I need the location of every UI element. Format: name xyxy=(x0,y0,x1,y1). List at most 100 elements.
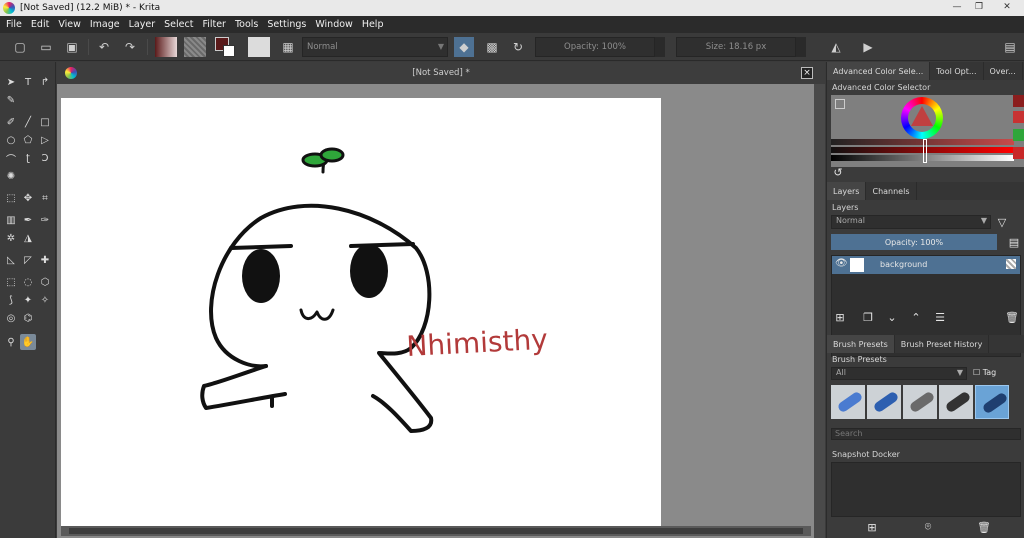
menu-select[interactable]: Select xyxy=(164,19,193,30)
menu-window[interactable]: Window xyxy=(315,19,352,30)
blend-mode-select[interactable]: Normal ▼ xyxy=(302,37,448,57)
brush-preset-icon[interactable] xyxy=(248,37,270,57)
preserve-alpha-icon[interactable]: ▩ xyxy=(482,37,502,57)
duplicate-layer-icon[interactable]: ❐ xyxy=(861,310,875,324)
menu-filter[interactable]: Filter xyxy=(202,19,226,30)
delete-snapshot-icon[interactable]: 🗑 xyxy=(977,520,991,534)
add-snapshot-icon[interactable]: ⊞ xyxy=(865,520,879,534)
menu-tools[interactable]: Tools xyxy=(235,19,258,30)
brush-preset-selected[interactable] xyxy=(975,385,1009,419)
mirror-vertical-icon[interactable]: ▶ xyxy=(858,37,878,57)
select-shape-icon[interactable]: ➤ xyxy=(3,74,19,90)
tab-brush-presets[interactable]: Brush Presets xyxy=(827,335,895,353)
multibrush-icon[interactable]: ✺ xyxy=(3,168,19,184)
line-tool-icon[interactable]: ╱ xyxy=(20,114,36,130)
ellipse-tool-icon[interactable]: ○ xyxy=(3,132,19,148)
zoom-tool-icon[interactable]: ⚲ xyxy=(3,334,19,350)
brush-preset-eraser[interactable] xyxy=(831,385,865,419)
contiguous-select-icon[interactable]: ✦ xyxy=(20,292,36,308)
menu-edit[interactable]: Edit xyxy=(31,19,49,30)
add-layer-icon[interactable]: ⊞ xyxy=(833,310,847,324)
brush-preset-airbrush[interactable] xyxy=(903,385,937,419)
close-document-icon[interactable]: × xyxy=(801,67,813,79)
undo-icon[interactable]: ↶ xyxy=(94,37,114,57)
open-folder-icon[interactable]: ▭ xyxy=(36,37,56,57)
freehand-path-icon[interactable]: ʈ xyxy=(20,150,36,166)
move-layer-down-icon[interactable]: ⌄ xyxy=(885,310,899,324)
opacity-slider[interactable]: Opacity: 100% xyxy=(535,37,655,57)
layer-settings-icon[interactable]: ☰ xyxy=(933,310,947,324)
layer-blend-select[interactable]: Normal ▼ xyxy=(831,215,991,229)
assistant-tool-icon[interactable]: ◺ xyxy=(3,252,19,268)
gradient-tool-icon[interactable]: ▥ xyxy=(3,212,19,228)
polyline-tool-icon[interactable]: ▷ xyxy=(37,132,53,148)
layer-filter-icon[interactable]: ▽ xyxy=(995,215,1009,229)
maximize-icon[interactable]: ❐ xyxy=(966,0,992,15)
menu-file[interactable]: File xyxy=(6,19,22,30)
brush-size-slider[interactable]: Size: 18.16 px xyxy=(676,37,796,57)
freehand-select-icon[interactable]: ⟆ xyxy=(3,292,19,308)
layer-opacity-slider[interactable]: Opacity: 100% xyxy=(831,234,997,250)
freehand-brush-icon[interactable]: ✐ xyxy=(3,114,19,130)
ellipse-select-icon[interactable]: ◌ xyxy=(20,274,36,290)
tab-layers[interactable]: Layers xyxy=(827,182,867,200)
document-tab[interactable]: [Not Saved] * × xyxy=(57,62,825,84)
workspace-icon[interactable]: ▤ xyxy=(1000,37,1020,57)
tab-advanced-color-selector[interactable]: Advanced Color Sele... xyxy=(827,62,931,80)
grid-options-icon[interactable]: ▦ xyxy=(278,37,298,57)
save-icon[interactable]: ▣ xyxy=(62,37,82,57)
dynamic-brush-icon[interactable]: Ͻ xyxy=(37,150,53,166)
magnetic-select-icon[interactable]: ⌬ xyxy=(20,310,36,326)
bezier-tool-icon[interactable]: ⌒ xyxy=(3,150,19,166)
tag-button[interactable]: ☐ Tag xyxy=(973,368,996,377)
color-picker-icon[interactable]: ✒ xyxy=(20,212,36,228)
delete-layer-icon[interactable]: 🗑 xyxy=(1005,310,1019,324)
eye-icon[interactable]: 👁 xyxy=(835,258,848,269)
polygon-select-icon[interactable]: ⬡ xyxy=(37,274,53,290)
crop-tool-icon[interactable]: ⌗ xyxy=(37,190,53,206)
color-history-icon[interactable]: ↺ xyxy=(831,165,845,179)
fill-tool-icon[interactable]: ◮ xyxy=(20,230,36,246)
similar-select-icon[interactable]: ✧ xyxy=(37,292,53,308)
menu-settings[interactable]: Settings xyxy=(267,19,306,30)
reload-preset-icon[interactable]: ↻ xyxy=(508,37,528,57)
edit-shape-icon[interactable]: ↱ xyxy=(37,74,53,90)
text-tool-icon[interactable]: T xyxy=(20,74,36,90)
brush-search-input[interactable]: Search xyxy=(831,428,1021,440)
size-spin-icon[interactable] xyxy=(796,37,806,57)
move-tool-icon[interactable]: ✥ xyxy=(20,190,36,206)
transform-tool-icon[interactable]: ⬚ xyxy=(3,190,19,206)
camera-icon[interactable]: ⌾ xyxy=(921,520,935,534)
pan-tool-icon[interactable]: ✋ xyxy=(20,334,36,350)
rectangle-tool-icon[interactable]: □ xyxy=(37,114,53,130)
measure-tool-icon[interactable]: ◸ xyxy=(20,252,36,268)
menu-layer[interactable]: Layer xyxy=(129,19,156,30)
smart-patch-icon[interactable]: ✑ xyxy=(37,212,53,228)
menu-help[interactable]: Help xyxy=(362,19,384,30)
canvas[interactable]: Nhimisthy xyxy=(61,98,661,526)
rect-select-icon[interactable]: ⬚ xyxy=(3,274,19,290)
calligraphy-icon[interactable]: ✎ xyxy=(3,92,19,108)
colorize-mask-icon[interactable]: ✲ xyxy=(3,230,19,246)
alpha-lock-icon[interactable] xyxy=(1006,259,1016,269)
tab-channels[interactable]: Channels xyxy=(866,182,917,200)
tab-brush-preset-history[interactable]: Brush Preset History xyxy=(895,335,990,353)
move-layer-up-icon[interactable]: ⌃ xyxy=(909,310,923,324)
layer-properties-icon[interactable]: ▤ xyxy=(1007,235,1021,249)
brush-preset-pen[interactable] xyxy=(867,385,901,419)
brush-preset-ink[interactable] xyxy=(939,385,973,419)
horizontal-scrollbar[interactable] xyxy=(61,526,811,536)
vertical-scrollbar[interactable] xyxy=(814,84,825,538)
gradient-selector[interactable] xyxy=(155,37,177,57)
brush-filter-select[interactable]: All ▼ xyxy=(831,367,967,380)
menu-view[interactable]: View xyxy=(58,19,81,30)
eraser-mode-icon[interactable]: ◆ xyxy=(454,37,474,57)
fg-bg-color-icon[interactable] xyxy=(215,37,237,57)
color-selector[interactable] xyxy=(831,95,1024,167)
close-window-icon[interactable]: ✕ xyxy=(994,0,1020,15)
reference-tool-icon[interactable]: ✚ xyxy=(37,252,53,268)
new-document-icon[interactable]: ▢ xyxy=(10,37,30,57)
tab-tool-options[interactable]: Tool Opt... xyxy=(930,62,984,80)
bezier-select-icon[interactable]: ◎ xyxy=(3,310,19,326)
pattern-selector[interactable] xyxy=(184,37,206,57)
